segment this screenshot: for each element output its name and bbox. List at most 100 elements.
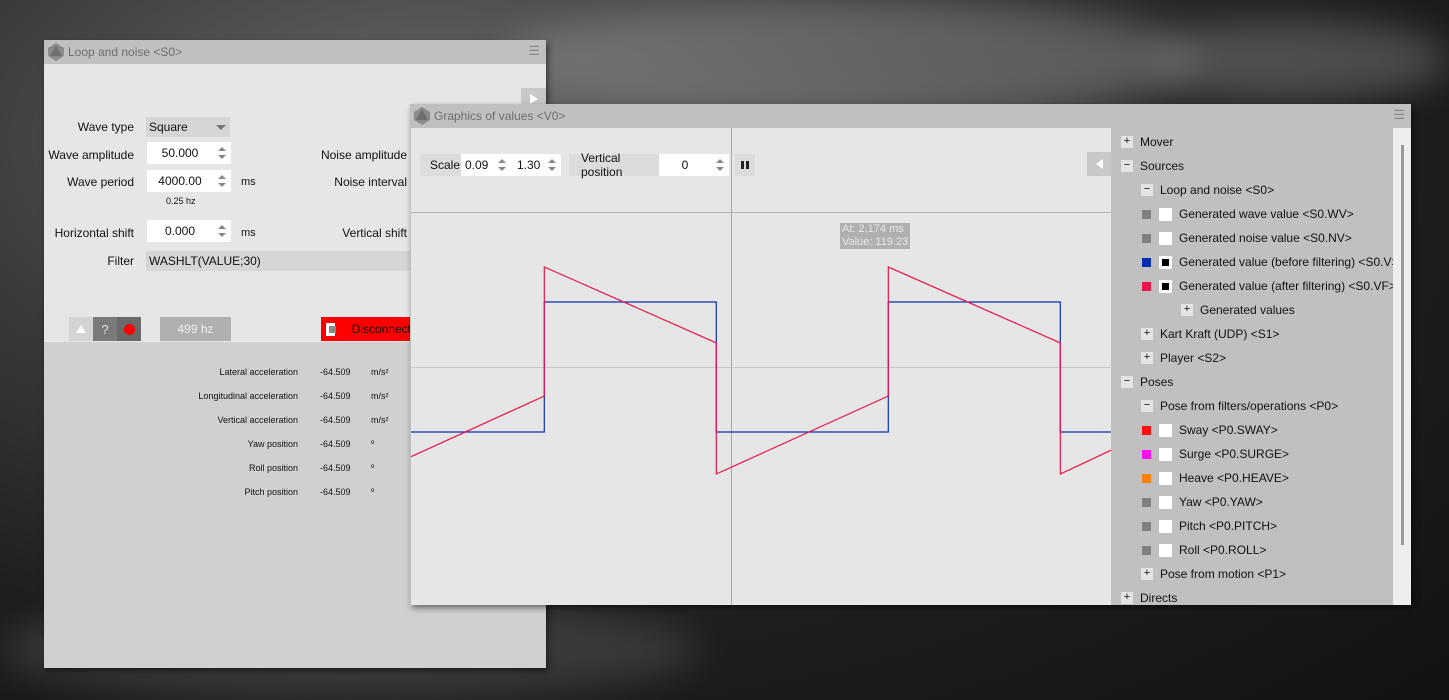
collapse-icon[interactable]: − (1121, 376, 1133, 388)
tree-label: Pose from filters/operations <P0> (1160, 399, 1339, 413)
tree-item[interactable]: Generated wave value <S0.WV> (1142, 204, 1354, 224)
graph-plot[interactable] (410, 104, 1111, 605)
series-before-filtering-line (411, 301, 1111, 433)
collapse-tree-button[interactable] (1087, 152, 1111, 176)
disconnect-button[interactable]: Disconnect (321, 317, 411, 341)
hamburger-menu-icon[interactable]: ☰ (528, 44, 540, 57)
tree-item[interactable]: Generated value (before filtering) <S0.V… (1142, 252, 1393, 272)
horizontal-shift-unit: ms (241, 227, 256, 239)
motion-value: -64.509 (320, 391, 351, 401)
series-checkbox[interactable] (1159, 495, 1172, 509)
spinner-arrows-icon[interactable] (217, 173, 227, 189)
vertical-position-input[interactable]: 0 (659, 154, 729, 176)
help-label: ? (101, 321, 109, 337)
graph-window-titlebar[interactable]: Graphics of values <V0> ☰ (410, 104, 1411, 128)
tree-group[interactable]: + Mover (1121, 132, 1173, 152)
spinner-arrows-icon[interactable] (715, 157, 725, 173)
tree-group[interactable]: + Kart Kraft (UDP) <S1> (1141, 324, 1279, 344)
series-color-swatch[interactable] (1142, 473, 1151, 483)
motion-label: Roll position (248, 463, 298, 473)
tree-label: Sway <P0.SWAY> (1179, 423, 1278, 437)
series-checkbox[interactable] (1159, 519, 1172, 533)
series-checkbox[interactable] (1159, 231, 1172, 245)
vertical-position-label: Vertical position (569, 151, 659, 179)
series-checkbox[interactable] (1159, 447, 1172, 461)
tree-group[interactable]: + Pose from motion <P1> (1141, 564, 1286, 584)
tree-group[interactable]: − Sources (1121, 156, 1184, 176)
tree-item[interactable]: Heave <P0.HEAVE> (1142, 468, 1289, 488)
scrollbar-thumb[interactable] (1401, 145, 1404, 545)
series-color-swatch[interactable] (1142, 281, 1151, 291)
collapse-icon[interactable]: − (1121, 160, 1133, 172)
rate-label: 499 hz (177, 322, 214, 336)
wave-type-select[interactable]: Square (146, 117, 230, 137)
spinner-arrows-icon[interactable] (547, 157, 557, 173)
loop-window-titlebar[interactable]: Loop and noise <S0> ☰ (44, 40, 546, 64)
expand-icon[interactable]: + (1121, 136, 1133, 148)
scale-x-input[interactable]: 0.09 (461, 154, 511, 176)
tree-item[interactable]: Yaw <P0.YAW> (1142, 492, 1263, 512)
horizontal-shift-input[interactable]: 0.000 (147, 220, 231, 242)
series-color-swatch[interactable] (1142, 233, 1151, 243)
wave-amplitude-input[interactable]: 50.000 (147, 142, 231, 164)
tree-group[interactable]: − Pose from filters/operations <P0> (1141, 396, 1338, 416)
series-color-swatch[interactable] (1142, 545, 1151, 555)
series-color-swatch[interactable] (1142, 209, 1151, 219)
motion-label: Pitch position (244, 487, 298, 497)
graph-window-title: Graphics of values <V0> (434, 109, 566, 123)
series-checkbox[interactable] (1159, 543, 1172, 557)
tree-group[interactable]: − Loop and noise <S0> (1141, 180, 1274, 200)
series-color-swatch[interactable] (1142, 425, 1151, 435)
spinner-arrows-icon[interactable] (497, 157, 507, 173)
collapse-icon[interactable]: − (1141, 400, 1153, 412)
filter-input[interactable]: WASHLT(VALUE;30) (146, 251, 416, 271)
tree-item[interactable]: Surge <P0.SURGE> (1142, 444, 1289, 464)
collapse-icon[interactable]: − (1141, 184, 1153, 196)
spinner-arrows-icon[interactable] (217, 223, 227, 239)
help-button[interactable]: ? (93, 317, 117, 341)
series-checkbox[interactable] (1159, 423, 1172, 437)
tree-label: Mover (1140, 135, 1174, 149)
hamburger-menu-icon[interactable]: ☰ (1393, 108, 1405, 121)
tree-group[interactable]: + Generated values (1181, 300, 1295, 320)
wave-period-input[interactable]: 4000.00 (147, 170, 231, 192)
expand-icon[interactable]: + (1141, 352, 1153, 364)
series-checkbox[interactable] (1159, 471, 1172, 485)
motion-unit: m/s² (371, 415, 389, 425)
pause-button[interactable] (735, 154, 755, 176)
tooltip-time: At: 2,174 ms (842, 223, 904, 235)
series-checkbox[interactable] (1159, 255, 1172, 269)
tree-item[interactable]: Generated value (after filtering) <S0.VF… (1142, 276, 1393, 296)
expand-icon[interactable]: + (1181, 304, 1193, 316)
series-color-swatch[interactable] (1142, 521, 1151, 531)
tree-scrollbar[interactable] (1393, 128, 1411, 605)
record-button[interactable] (117, 317, 141, 341)
expand-icon[interactable]: + (1141, 568, 1153, 580)
expand-icon[interactable]: + (1141, 328, 1153, 340)
tree-group[interactable]: + Directs (1121, 588, 1177, 605)
collapse-button[interactable] (69, 317, 93, 341)
scale-y-input[interactable]: 1.30 (511, 154, 561, 176)
scale-x-value: 0.09 (465, 158, 489, 172)
tree-item[interactable]: Generated noise value <S0.NV> (1142, 228, 1352, 248)
series-checkbox[interactable] (1159, 207, 1172, 221)
tree-item[interactable]: Sway <P0.SWAY> (1142, 420, 1278, 440)
spinner-arrows-icon[interactable] (217, 145, 227, 161)
tree-group[interactable]: − Poses (1121, 372, 1173, 392)
wave-type-value: Square (149, 120, 188, 134)
series-color-swatch[interactable] (1142, 449, 1151, 459)
wave-frequency: 0.25 hz (166, 196, 196, 206)
tree-group[interactable]: + Player <S2> (1141, 348, 1226, 368)
series-checkbox[interactable] (1159, 279, 1172, 293)
series-color-swatch[interactable] (1142, 497, 1151, 507)
tree-label: Generated wave value <S0.WV> (1179, 207, 1354, 221)
expand-icon[interactable]: + (1121, 592, 1133, 604)
tree-item[interactable]: Pitch <P0.PITCH> (1142, 516, 1277, 536)
horizontal-shift-value: 0.000 (164, 224, 196, 238)
tree-item[interactable]: Roll <P0.ROLL> (1142, 540, 1266, 560)
tree-label: Sources (1140, 159, 1185, 173)
series-color-swatch[interactable] (1142, 257, 1151, 267)
motion-label: Lateral acceleration (219, 367, 298, 377)
scale-label: Scale (420, 154, 462, 176)
motion-unit: º (371, 487, 375, 497)
